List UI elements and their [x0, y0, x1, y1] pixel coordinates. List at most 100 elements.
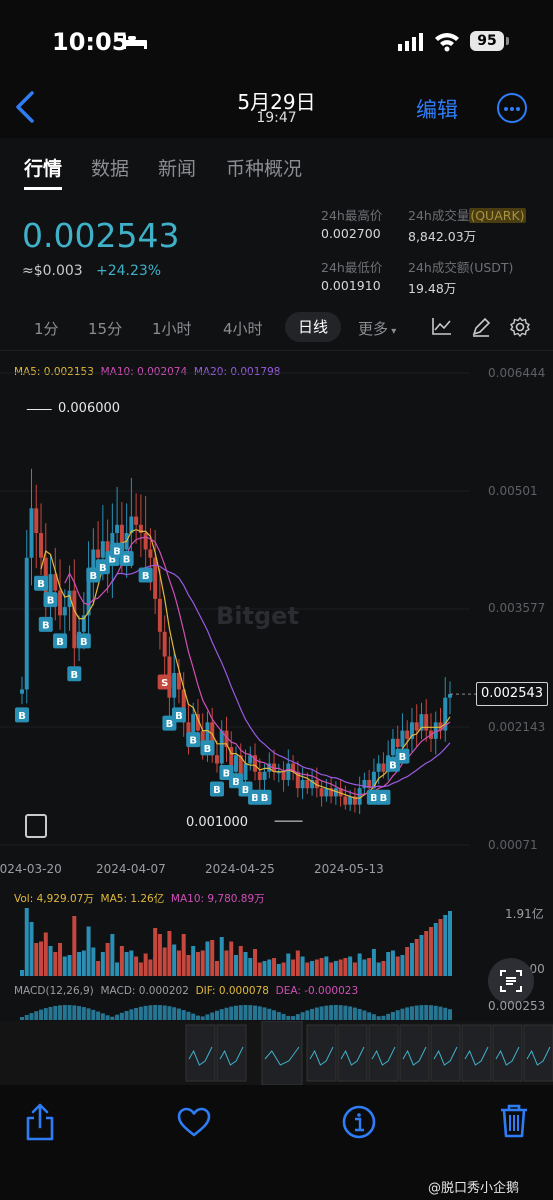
draw-pen-icon[interactable] — [470, 316, 492, 338]
photo-thumbnail[interactable] — [461, 1024, 492, 1082]
photo-thumbnail[interactable] — [337, 1024, 368, 1082]
candle-body — [424, 714, 429, 731]
macd-bar — [205, 1014, 210, 1020]
macd-bar — [267, 1008, 272, 1020]
volume-bar — [39, 941, 44, 976]
macd-bar — [276, 1012, 281, 1020]
indicator-line-icon[interactable] — [431, 316, 453, 336]
macd-bar — [29, 1013, 34, 1020]
tab-news[interactable]: 新闻 — [158, 154, 196, 181]
volume-bar — [138, 962, 143, 976]
marker-label: B — [80, 637, 88, 648]
edit-button[interactable]: 编辑 — [416, 94, 458, 124]
macd-bar — [96, 1011, 101, 1020]
macd-bar — [281, 1013, 286, 1020]
photo-thumbnail[interactable] — [261, 1021, 303, 1085]
macd-bar — [143, 1005, 148, 1020]
tab-coin-overview[interactable]: 币种概况 — [226, 154, 302, 181]
photo-thumbnail[interactable] — [306, 1024, 337, 1082]
candle-body — [262, 771, 267, 780]
macd-bar — [376, 1016, 381, 1020]
volume-bar — [424, 931, 429, 976]
candle-body — [448, 694, 452, 698]
timeframe-more[interactable]: 更多 ▾ — [358, 318, 396, 339]
macd-bar — [243, 1005, 248, 1020]
timeframe-1h[interactable]: 1小时 — [152, 318, 192, 339]
volume-bar — [405, 947, 410, 976]
thumbnail-row[interactable] — [0, 1021, 553, 1085]
info-icon[interactable] — [342, 1105, 376, 1139]
volume-bar — [86, 926, 91, 976]
volume-label: 24h成交量(QUARK) — [408, 208, 526, 223]
favorite-heart-icon[interactable] — [177, 1107, 211, 1137]
volume-bar — [67, 955, 72, 976]
delete-trash-icon[interactable] — [499, 1103, 529, 1139]
photo-thumbnail[interactable] — [185, 1024, 216, 1082]
low-value: 0.001910 — [321, 278, 381, 293]
more-options-icon[interactable] — [497, 93, 527, 123]
macd-bar — [352, 1007, 357, 1020]
timeframe-daily[interactable]: 日线 — [285, 312, 341, 342]
macd-bar — [162, 1005, 167, 1020]
candle-body — [319, 788, 324, 797]
weibo-watermark: @脱口秀小企鹅 — [428, 1181, 520, 1196]
volume-bar — [181, 934, 186, 976]
marker-label: B — [37, 579, 45, 590]
volume-bar — [58, 943, 63, 976]
photo-thumbnail[interactable] — [523, 1024, 553, 1082]
marker-label: B — [123, 555, 131, 566]
fullscreen-icon[interactable] — [25, 814, 47, 838]
macd-bar — [67, 1005, 72, 1020]
tab-data[interactable]: 数据 — [91, 154, 129, 181]
y-axis-tick: 0.002143 — [488, 720, 546, 734]
photo-thumbnail[interactable] — [368, 1024, 399, 1082]
timeframe-15m[interactable]: 15分 — [88, 318, 122, 339]
candle-body — [34, 508, 39, 534]
macd-bar — [110, 1016, 115, 1020]
price-change: +24.23% — [96, 263, 162, 279]
macd-bar — [343, 1005, 348, 1020]
macd-bar — [386, 1013, 391, 1020]
macd-bar — [219, 1009, 224, 1020]
tab-market[interactable]: 行情 — [24, 154, 62, 181]
volume-bar — [448, 911, 452, 976]
volume-bar — [348, 956, 353, 976]
macd-bar — [324, 1005, 329, 1020]
bitget-watermark: Bitget — [216, 602, 299, 630]
volume-bar — [314, 959, 319, 976]
share-icon[interactable] — [24, 1102, 56, 1142]
macd-bar — [310, 1008, 315, 1020]
live-text-icon — [500, 970, 522, 992]
photo-thumbnail[interactable] — [430, 1024, 461, 1082]
marker-label: B — [213, 785, 221, 796]
volume-bar — [234, 955, 238, 976]
candle-body — [257, 771, 262, 780]
macd-bar — [124, 1010, 129, 1020]
settings-gear-icon[interactable] — [509, 316, 531, 338]
live-text-button[interactable] — [488, 958, 534, 1004]
timeframe-4h[interactable]: 4小时 — [223, 318, 263, 339]
photo-thumbnail[interactable] — [216, 1024, 247, 1082]
signal-icon — [398, 33, 423, 51]
candle-body — [281, 771, 286, 780]
candle-body — [300, 779, 305, 789]
volume-bar — [352, 962, 357, 976]
volume-bar — [300, 956, 305, 976]
macd-bar — [181, 1010, 186, 1020]
volume-bar — [305, 962, 310, 976]
photo-thumbnail[interactable] — [492, 1024, 523, 1082]
volume-bar — [167, 931, 172, 976]
marker-label: B — [399, 752, 407, 763]
macd-bar — [300, 1012, 305, 1020]
timeframe-1m[interactable]: 1分 — [34, 318, 59, 339]
candle-body — [148, 549, 153, 558]
volume-bar — [29, 922, 34, 976]
macd-bar — [414, 1005, 419, 1020]
volume-bar — [343, 958, 348, 976]
marker-label: B — [42, 620, 50, 631]
candle-body — [62, 607, 67, 616]
photo-thumbnail[interactable] — [399, 1024, 430, 1082]
volume-bar — [386, 952, 391, 976]
price-chart[interactable]: BBBBBBBBBBBBBSBBBBBBBBB B B BBB — [0, 360, 553, 1020]
volume-bar — [362, 959, 367, 976]
